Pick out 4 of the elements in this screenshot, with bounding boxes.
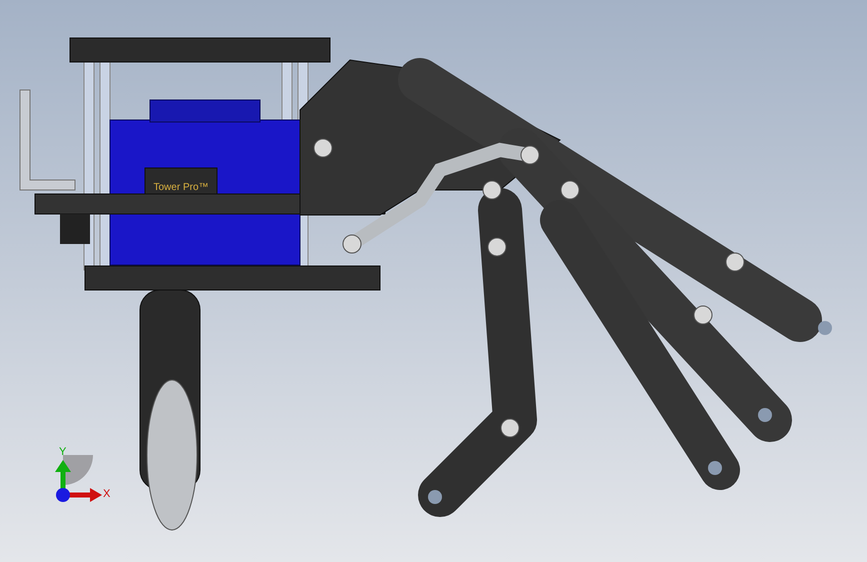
- axis-label: Y: [59, 446, 66, 458]
- axis-label: X: [103, 488, 110, 500]
- servo-label: Tower Pro™: [154, 182, 208, 193]
- axis-triad-icon: [55, 455, 102, 502]
